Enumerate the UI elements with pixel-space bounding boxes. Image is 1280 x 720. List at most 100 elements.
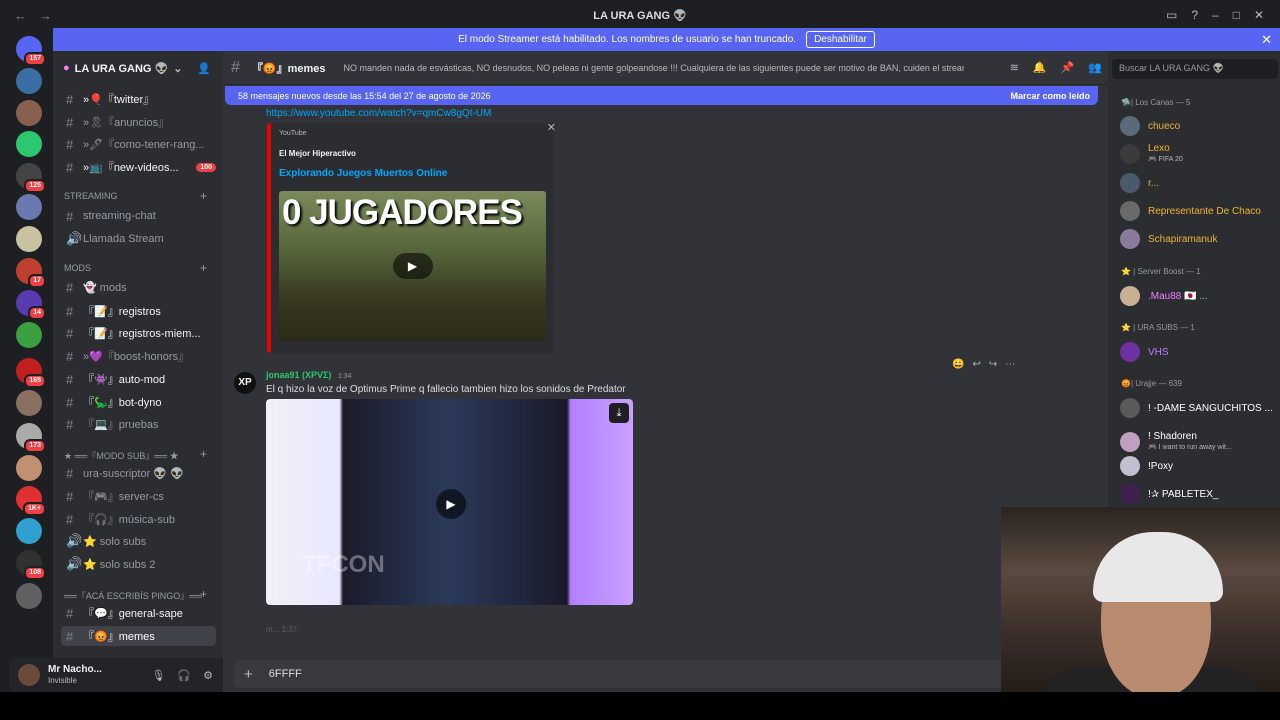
- server-icon[interactable]: 165: [16, 358, 46, 388]
- server-icon[interactable]: [16, 131, 42, 157]
- member-item[interactable]: VHS: [1120, 341, 1280, 363]
- disable-streamer-button[interactable]: Deshabilitar: [806, 31, 875, 48]
- channel-item[interactable]: # 『💬』general-sape: [61, 603, 216, 623]
- channel-item[interactable]: 🔊 ⭐ solo subs 2: [61, 554, 216, 574]
- channel-item[interactable]: # 『🎮』server-cs: [61, 486, 216, 506]
- channel-category[interactable]: mods: [64, 263, 91, 273]
- video-thumbnail[interactable]: 0 JUGADORES ▶: [279, 191, 546, 341]
- inbox-icon[interactable]: ▭: [1166, 8, 1177, 22]
- close-icon[interactable]: ✕: [547, 121, 556, 134]
- channel-category[interactable]: STREAMING: [64, 191, 118, 201]
- close-window-icon[interactable]: ✕: [1254, 8, 1264, 22]
- channel-item[interactable]: 🔊 ⭐ solo subs: [61, 531, 216, 551]
- minimize-icon[interactable]: –: [1212, 8, 1219, 22]
- message-author[interactable]: jonaa91 (XPVΣ) 1:34: [266, 370, 352, 380]
- member-item[interactable]: .Mau88 🇯🇵 ...: [1120, 285, 1280, 307]
- channel-item[interactable]: # »🎗『anuncios』: [61, 112, 216, 132]
- server-icon[interactable]: [16, 390, 42, 416]
- channel-category[interactable]: ★ ══『MODO SUB』══ ★: [64, 449, 179, 462]
- avatar[interactable]: [18, 664, 40, 686]
- member-item[interactable]: r...: [1120, 172, 1280, 194]
- member-item[interactable]: !Poxy: [1120, 455, 1280, 477]
- channel-topic[interactable]: NO manden nada de esvásticas, NO desnudo…: [344, 63, 964, 73]
- download-icon[interactable]: ⤓: [609, 403, 629, 423]
- channel-item[interactable]: # 『🦕』bot-dyno: [61, 392, 216, 412]
- server-icon[interactable]: 157: [16, 36, 46, 66]
- help-icon[interactable]: ?: [1191, 8, 1198, 22]
- member-item[interactable]: ! -DAME SANGUCHITOS ...: [1120, 397, 1280, 419]
- channel-item[interactable]: 🔊 Llamada Stream: [61, 229, 216, 249]
- embed-author[interactable]: El Mejor Hiperactivo: [279, 149, 356, 158]
- add-channel-icon[interactable]: +: [200, 447, 207, 461]
- play-icon[interactable]: ▶: [436, 489, 466, 519]
- new-messages-bar[interactable]: 58 mensajes nuevos desde las 15:54 del 2…: [225, 86, 1098, 105]
- server-icon[interactable]: 14: [16, 290, 46, 320]
- mark-as-read-button[interactable]: Marcar como leído: [1010, 91, 1090, 101]
- search-input[interactable]: Buscar LA URA GANG 👽: [1112, 59, 1278, 79]
- server-icon[interactable]: [16, 226, 42, 252]
- settings-gear-icon[interactable]: ⚙: [203, 669, 213, 682]
- maximize-icon[interactable]: □: [1233, 8, 1240, 22]
- youtube-link[interactable]: https://www.youtube.com/watch?v=qmCw8gQt…: [266, 108, 491, 119]
- attach-plus-icon[interactable]: +: [244, 666, 253, 683]
- avatar[interactable]: XP: [234, 372, 256, 394]
- channel-item[interactable]: # »🎈『twitter』: [61, 89, 216, 109]
- member-item[interactable]: chueco: [1120, 115, 1280, 137]
- reaction-icon[interactable]: 😀: [952, 359, 964, 370]
- channel-item[interactable]: # 『🎧』música-sub: [61, 509, 216, 529]
- add-channel-icon[interactable]: +: [200, 261, 207, 275]
- microphone-icon[interactable]: 🎙: [151, 669, 165, 682]
- server-icon[interactable]: [16, 100, 42, 126]
- members-icon[interactable]: 👥: [1088, 61, 1102, 74]
- server-icon[interactable]: [16, 583, 42, 609]
- channel-item[interactable]: # 『📝』registros: [61, 301, 216, 321]
- add-channel-icon[interactable]: +: [200, 587, 207, 601]
- member-item[interactable]: Representante De Chaco: [1120, 200, 1280, 222]
- server-icon[interactable]: 173: [16, 423, 46, 453]
- author-name[interactable]: jonaa91 (XPVΣ): [266, 370, 331, 380]
- server-icon[interactable]: [16, 194, 42, 220]
- message-input[interactable]: 6FFFF: [269, 668, 302, 680]
- server-icon[interactable]: 108: [16, 550, 46, 580]
- threads-icon[interactable]: ≋: [1010, 61, 1019, 74]
- headphones-icon[interactable]: 🎧: [177, 669, 191, 682]
- channel-item[interactable]: # »📺『new-videos... 100: [61, 157, 216, 177]
- server-icon[interactable]: 125: [16, 163, 46, 193]
- server-icon[interactable]: 17: [16, 258, 46, 288]
- server-icon[interactable]: [16, 455, 42, 481]
- channel-label: »🖊『como-tener-rang...: [83, 139, 205, 151]
- pin-icon[interactable]: 📌: [1061, 61, 1075, 74]
- member-item[interactable]: ! Shadoren 🎮 I want to run away wit...: [1120, 431, 1280, 453]
- bell-icon[interactable]: 🔔: [1033, 61, 1047, 74]
- channel-item[interactable]: # 『💻』pruebas: [61, 414, 216, 434]
- channel-item[interactable]: # 『😡』memes: [61, 626, 216, 646]
- user-status: Invisible: [48, 676, 77, 685]
- more-icon[interactable]: ⋯: [1005, 359, 1015, 370]
- member-item[interactable]: Lexo 🎮 FIFA 20: [1120, 143, 1280, 165]
- server-icon[interactable]: [16, 518, 42, 544]
- add-channel-icon[interactable]: +: [200, 189, 207, 203]
- channel-item[interactable]: # streaming-chat: [61, 206, 216, 226]
- channel-item[interactable]: # 👻 mods: [61, 277, 216, 297]
- video-attachment[interactable]: TFCON ▶ ⤓: [266, 399, 633, 605]
- channel-item[interactable]: # »🖊『como-tener-rang...: [61, 134, 216, 154]
- play-icon[interactable]: ▶: [392, 253, 433, 279]
- channel-item[interactable]: # 『👾』auto-mod: [61, 369, 216, 389]
- avatar: [1120, 286, 1140, 306]
- server-icon[interactable]: [16, 68, 42, 94]
- guild-header[interactable]: ● LA URA GANG 👽 ⌄ 👤: [53, 51, 223, 85]
- close-icon[interactable]: ✕: [1261, 32, 1272, 48]
- forward-icon[interactable]: ↪: [989, 359, 997, 370]
- reply-icon[interactable]: ↩: [972, 359, 980, 370]
- server-icon[interactable]: 1K+: [16, 486, 46, 516]
- channel-item[interactable]: # »💜『boost-honors』: [61, 346, 216, 366]
- server-icon[interactable]: [16, 322, 42, 348]
- member-item[interactable]: !✰ PABLETEX_: [1120, 483, 1280, 505]
- channel-item[interactable]: # 『📝』registros-miem...: [61, 323, 216, 343]
- channel-item[interactable]: # ura-suscriptor 👽 👽: [61, 463, 216, 483]
- member-item[interactable]: Schapiramanuk: [1120, 228, 1280, 250]
- embed-title[interactable]: Explorando Juegos Muertos Online: [279, 168, 447, 179]
- user-info[interactable]: Mr Nacho... Invisible: [48, 664, 102, 686]
- add-member-icon[interactable]: 👤: [197, 62, 211, 75]
- channel-category[interactable]: ══『acá escribís pingo』══: [64, 589, 202, 602]
